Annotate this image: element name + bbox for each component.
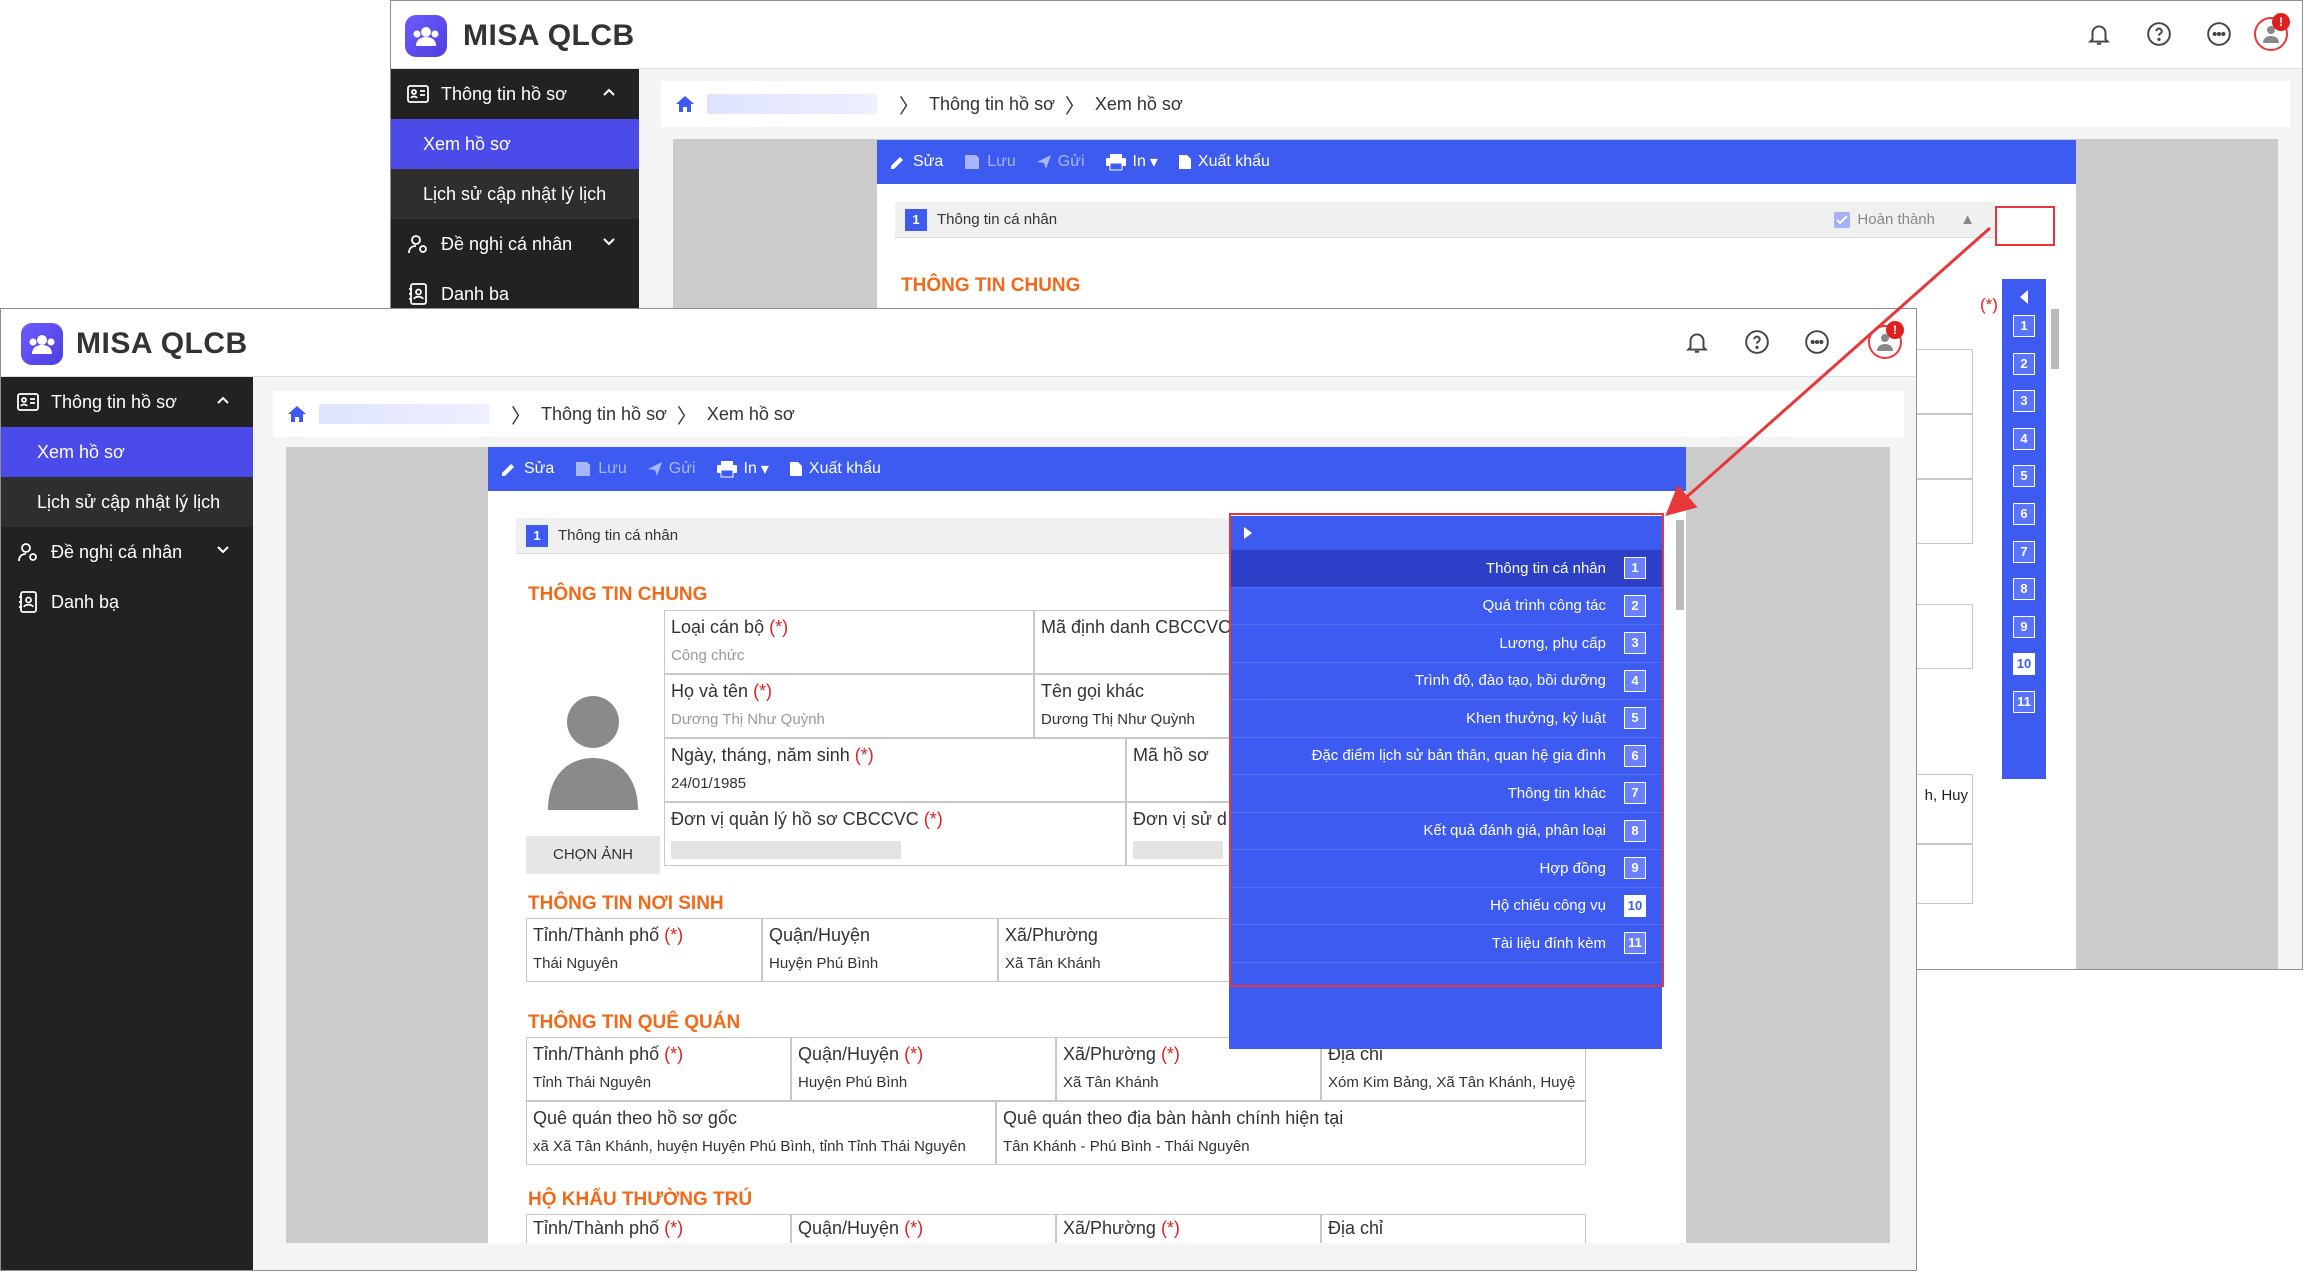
annotation-arrow — [1665, 226, 1991, 516]
